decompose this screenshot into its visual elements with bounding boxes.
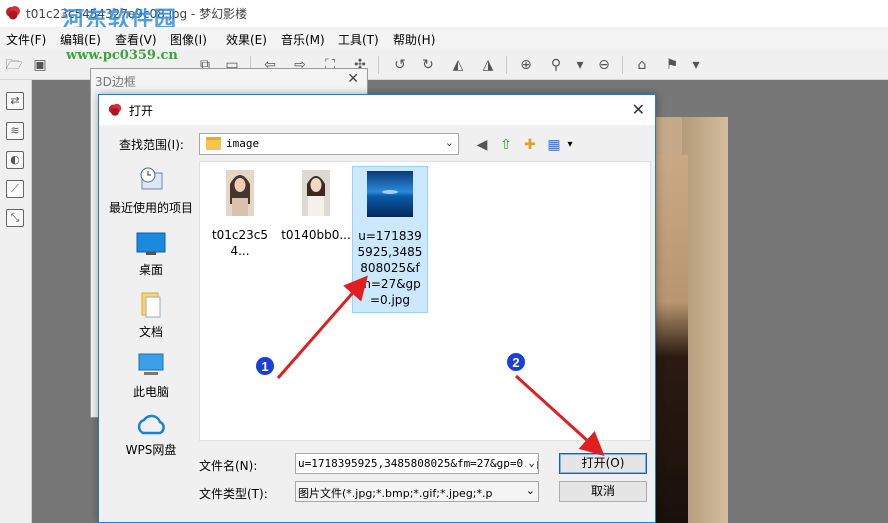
annotation-layer: 1 2 <box>254 275 605 457</box>
step-number: 1 <box>261 359 268 374</box>
step-badge-2: 2 <box>505 351 527 373</box>
step-number: 2 <box>512 355 519 370</box>
step-badge-1: 1 <box>254 355 276 377</box>
annotation-arrow-2 <box>514 374 605 457</box>
annotation-arrow-1 <box>276 275 368 379</box>
